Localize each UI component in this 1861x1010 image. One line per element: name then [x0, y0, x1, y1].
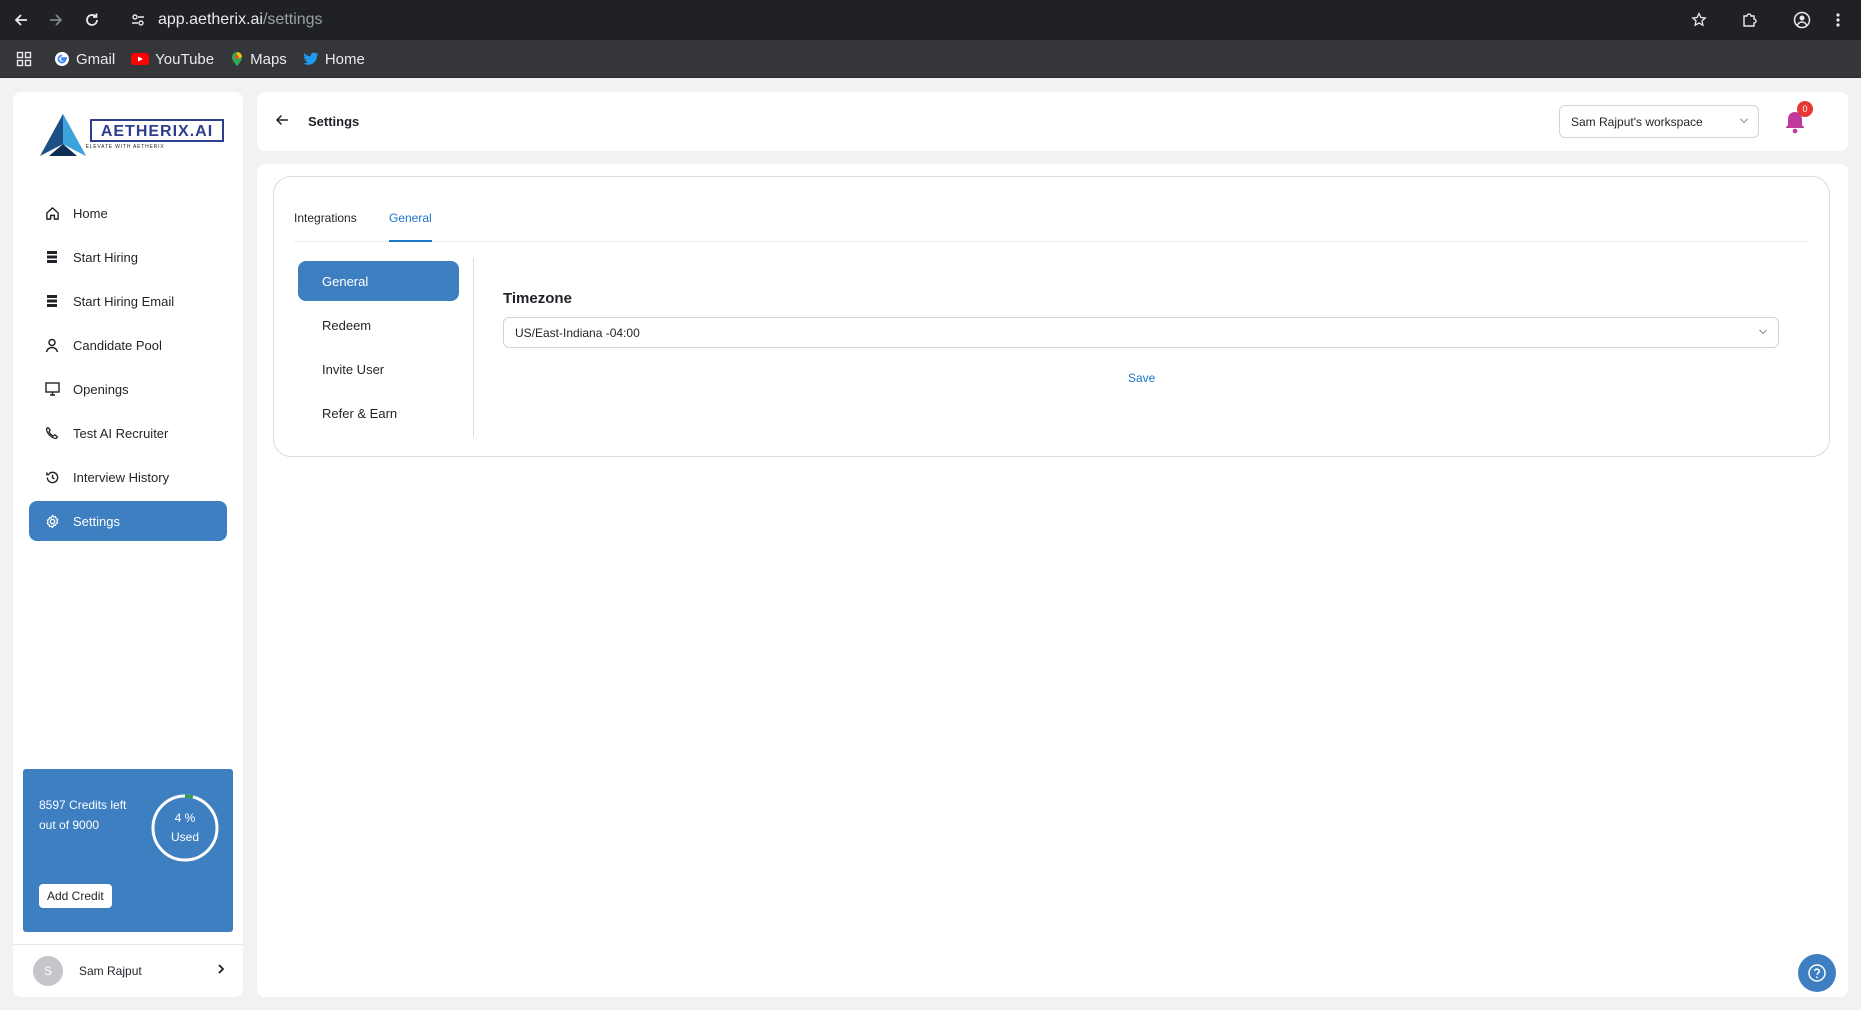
subnav-item-redeem[interactable]: Redeem [298, 305, 459, 345]
save-button[interactable]: Save [1128, 371, 1155, 385]
list-icon [43, 292, 61, 310]
history-icon [43, 468, 61, 486]
sidebar-item-start-hiring[interactable]: Start Hiring [29, 237, 227, 277]
timezone-value: US/East-Indiana -04:00 [515, 325, 640, 340]
bookmark-star-icon[interactable] [1686, 7, 1712, 33]
sidebar-item-label: Start Hiring Email [73, 293, 175, 309]
maps-icon [230, 51, 244, 67]
timezone-select[interactable]: US/East-Indiana -04:00 [503, 317, 1779, 348]
person-icon [43, 336, 61, 354]
sidebar-menu: Home Start Hiring Start Hiring Email Can… [29, 193, 227, 545]
credits-usage-label: 4 % Used [150, 809, 220, 847]
credits-used-text: Used [170, 830, 199, 844]
sidebar-item-label: Test AI Recruiter [73, 425, 169, 441]
gear-icon [43, 512, 61, 530]
page-header: Settings Sam Rajput's workspace 0 [257, 92, 1848, 151]
sidebar-item-candidate-pool[interactable]: Candidate Pool [29, 325, 227, 365]
user-profile-row[interactable]: S Sam Rajput [13, 944, 243, 997]
tab-integrations[interactable]: Integrations [294, 211, 357, 225]
sidebar-item-start-hiring-email[interactable]: Start Hiring Email [29, 281, 227, 321]
forward-icon[interactable] [43, 7, 69, 33]
aetherix-logo[interactable]: AETHERIX.AI ELEVATE WITH AETHERIX [37, 110, 227, 158]
logo-wordmark: AETHERIX.AI [101, 123, 213, 140]
page-title: Settings [308, 114, 360, 129]
sidebar-item-interview-history[interactable]: Interview History [29, 457, 227, 497]
reload-icon[interactable] [79, 7, 105, 33]
credits-used-percent: 4 % [174, 811, 196, 825]
notification-count-badge: 0 [1797, 101, 1813, 117]
sidebar-item-settings[interactable]: Settings [29, 501, 227, 541]
add-credit-button[interactable]: Add Credit [39, 884, 112, 908]
sidebar: AETHERIX.AI ELEVATE WITH AETHERIX Home S… [13, 92, 243, 997]
credits-card: 8597 Credits left out of 9000 4 % Used A… [23, 769, 233, 932]
workspace-select[interactable]: Sam Rajput's workspace [1559, 105, 1759, 138]
sidebar-item-label: Openings [73, 381, 129, 397]
user-name: Sam Rajput [79, 964, 142, 978]
settings-tabs: Integrations General [294, 177, 1809, 242]
site-settings-icon[interactable] [130, 12, 146, 28]
timezone-label: Timezone [503, 290, 572, 307]
home-icon [43, 204, 61, 222]
google-icon [54, 51, 70, 67]
bookmark-label: Home [324, 50, 365, 68]
bookmark-home[interactable]: Home [303, 51, 365, 68]
chevron-right-icon [217, 963, 225, 975]
credits-left: 8597 Credits left [39, 798, 127, 812]
bookmark-maps[interactable]: Maps [230, 51, 287, 68]
bookmarks-list: Gmail YouTube Maps Home [16, 46, 381, 72]
subnav-divider [473, 258, 474, 437]
logo-tagline: ELEVATE WITH AETHERIX [86, 144, 165, 150]
browser-toolbar: app.aetherix.ai/settings [0, 0, 1861, 40]
subnav-item-invite-user[interactable]: Invite User [298, 349, 459, 389]
monitor-icon [43, 380, 61, 398]
bookmark-label: Maps [250, 50, 287, 68]
sidebar-item-label: Interview History [73, 469, 170, 485]
settings-subnav: General Redeem Invite User Refer & Earn [298, 261, 459, 437]
twitter-icon [303, 52, 319, 66]
url-path: /settings [262, 11, 323, 28]
main-content: Integrations General General Redeem Invi… [257, 164, 1848, 997]
help-button[interactable] [1798, 954, 1836, 992]
help-icon [1808, 964, 1826, 982]
url-host: app.aetherix.ai [158, 11, 263, 28]
chevron-down-icon [1739, 117, 1749, 125]
bookmark-youtube[interactable]: YouTube [131, 51, 214, 68]
sidebar-item-test-ai-recruiter[interactable]: Test AI Recruiter [29, 413, 227, 453]
bookmark-gmail[interactable]: Gmail [54, 51, 115, 68]
back-arrow-icon[interactable] [275, 113, 289, 127]
apps-grid-icon[interactable] [16, 51, 32, 67]
extensions-icon[interactable] [1736, 7, 1762, 33]
address-bar[interactable]: app.aetherix.ai/settings [130, 6, 323, 34]
sidebar-item-label: Start Hiring [73, 249, 139, 265]
credits-summary: 8597 Credits left out of 9000 [39, 795, 149, 835]
sidebar-item-label: Home [73, 205, 108, 221]
chevron-down-icon [1758, 328, 1768, 336]
active-tab-indicator [389, 240, 432, 242]
sidebar-item-label: Candidate Pool [73, 337, 162, 353]
sidebar-item-label: Settings [73, 513, 120, 529]
credits-total: out of 9000 [39, 818, 100, 832]
profile-icon[interactable] [1789, 7, 1815, 33]
browser-menu-icon[interactable] [1825, 7, 1851, 33]
list-icon [43, 248, 61, 266]
bookmark-label: Gmail [76, 50, 116, 68]
sidebar-item-openings[interactable]: Openings [29, 369, 227, 409]
subnav-item-refer-earn[interactable]: Refer & Earn [298, 393, 459, 433]
workspace-name: Sam Rajput's workspace [1571, 114, 1703, 129]
youtube-icon [131, 52, 150, 66]
subnav-item-general[interactable]: General [298, 261, 459, 301]
bookmark-label: YouTube [155, 50, 215, 68]
tab-general[interactable]: General [389, 211, 432, 225]
avatar: S [33, 956, 63, 986]
back-icon[interactable] [8, 7, 34, 33]
sidebar-item-home[interactable]: Home [29, 193, 227, 233]
settings-card: Integrations General General Redeem Invi… [273, 176, 1830, 457]
phone-icon [43, 424, 61, 442]
